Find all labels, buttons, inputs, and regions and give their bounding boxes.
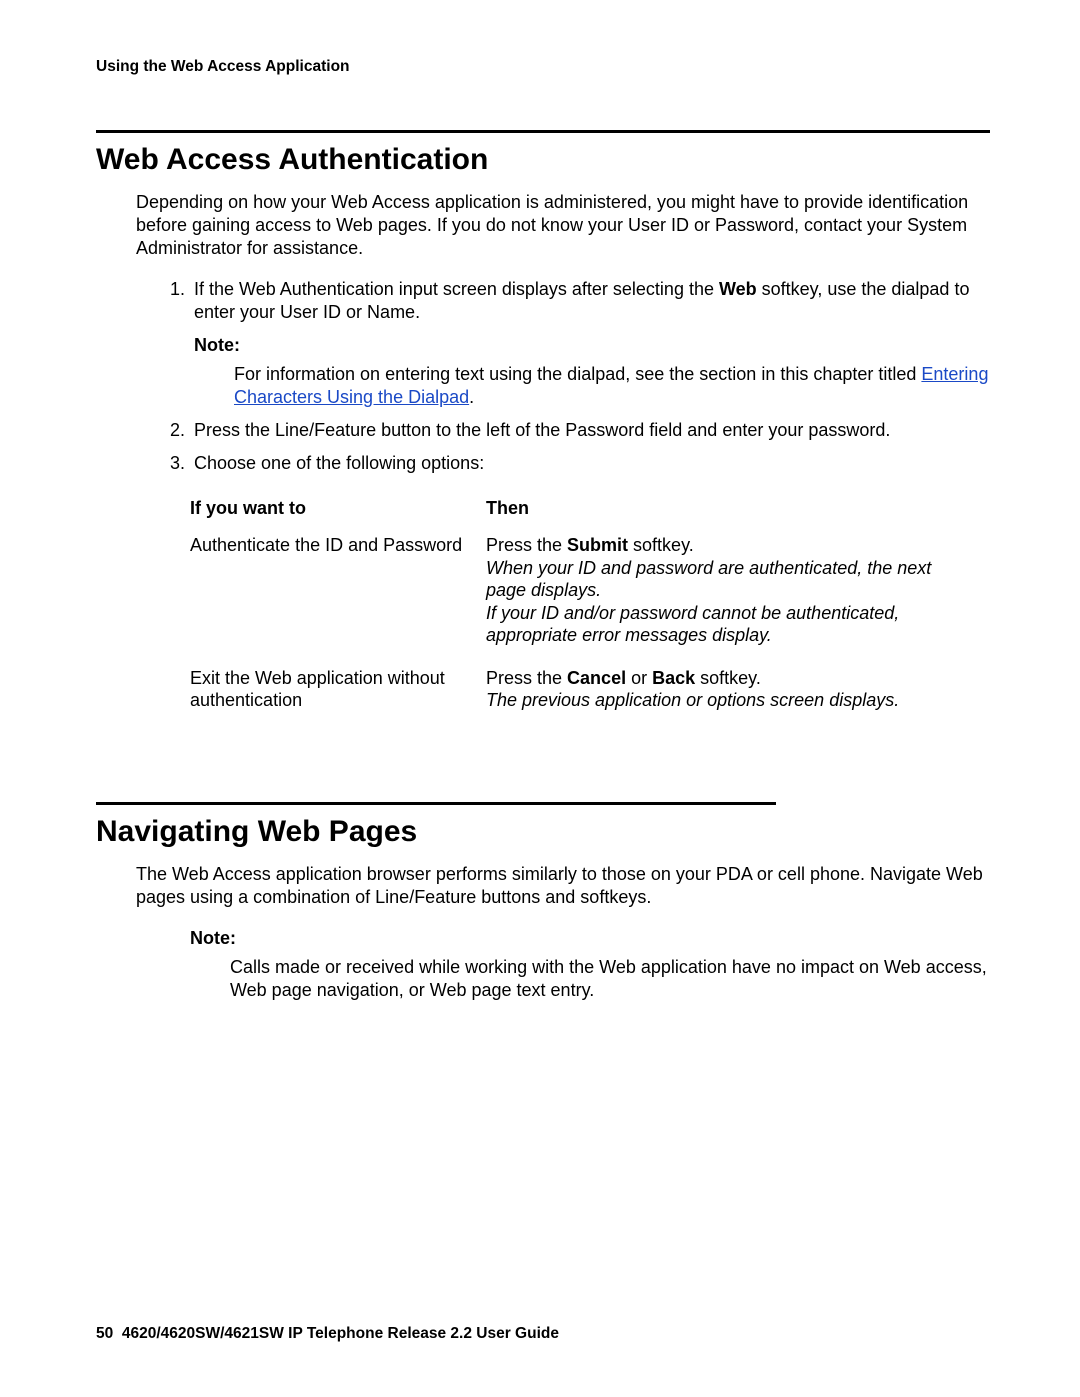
r1c2-a: Press the: [486, 535, 567, 555]
r2c2-b: softkey.: [695, 668, 761, 688]
steps-list: If the Web Authentication input screen d…: [136, 278, 990, 475]
r1c2-bold-submit: Submit: [567, 535, 628, 555]
table-r2-c1: Exit the Web application without authent…: [190, 667, 486, 732]
table-header-row: If you want to Then: [190, 497, 950, 534]
table-r1-c1: Authenticate the ID and Password: [190, 534, 486, 667]
step1-text-a: If the Web Authentication input screen d…: [194, 279, 719, 299]
note-body-2: Calls made or received while working wit…: [230, 956, 990, 1002]
section1-intro: Depending on how your Web Access applica…: [136, 191, 990, 260]
r1c2-italic-2: If your ID and/or password cannot be aut…: [486, 603, 899, 646]
page-footer: 50 4620/4620SW/4621SW IP Telephone Relea…: [96, 1325, 559, 1343]
r2c2-italic: The previous application or options scre…: [486, 690, 899, 710]
r2c2-mid: or: [626, 668, 652, 688]
section-rule-2: [96, 802, 776, 805]
section-title-web-access-auth: Web Access Authentication: [96, 143, 990, 177]
page-number: 50: [96, 1325, 113, 1342]
table-r2-c2: Press the Cancel or Back softkey. The pr…: [486, 667, 950, 732]
note1-text-b: .: [469, 387, 474, 407]
table-r1-c2: Press the Submit softkey. When your ID a…: [486, 534, 950, 667]
note-body-1: For information on entering text using t…: [234, 363, 990, 409]
table-row: Exit the Web application without authent…: [190, 667, 950, 732]
section2-intro: The Web Access application browser perfo…: [136, 863, 990, 909]
note-label-2: Note:: [190, 927, 990, 950]
step-3: Choose one of the following options:: [190, 452, 990, 475]
running-header: Using the Web Access Application: [96, 58, 990, 76]
step-1: If the Web Authentication input screen d…: [190, 278, 990, 409]
r2c2-bold-cancel: Cancel: [567, 668, 626, 688]
r1c2-b: softkey.: [628, 535, 694, 555]
options-table: If you want to Then Authenticate the ID …: [190, 497, 950, 732]
table-header-then: Then: [486, 497, 950, 534]
section-rule: [96, 130, 990, 133]
table-row: Authenticate the ID and Password Press t…: [190, 534, 950, 667]
table-header-if: If you want to: [190, 497, 486, 534]
step-2: Press the Line/Feature button to the lef…: [190, 419, 990, 442]
note-label-1: Note:: [194, 334, 990, 357]
r2c2-a: Press the: [486, 668, 567, 688]
note1-text-a: For information on entering text using t…: [234, 364, 921, 384]
section-title-navigating: Navigating Web Pages: [96, 815, 990, 849]
footer-text: 4620/4620SW/4621SW IP Telephone Release …: [122, 1325, 559, 1342]
r2c2-bold-back: Back: [652, 668, 695, 688]
r1c2-italic-1: When your ID and password are authentica…: [486, 558, 931, 601]
step1-bold-web: Web: [719, 279, 757, 299]
